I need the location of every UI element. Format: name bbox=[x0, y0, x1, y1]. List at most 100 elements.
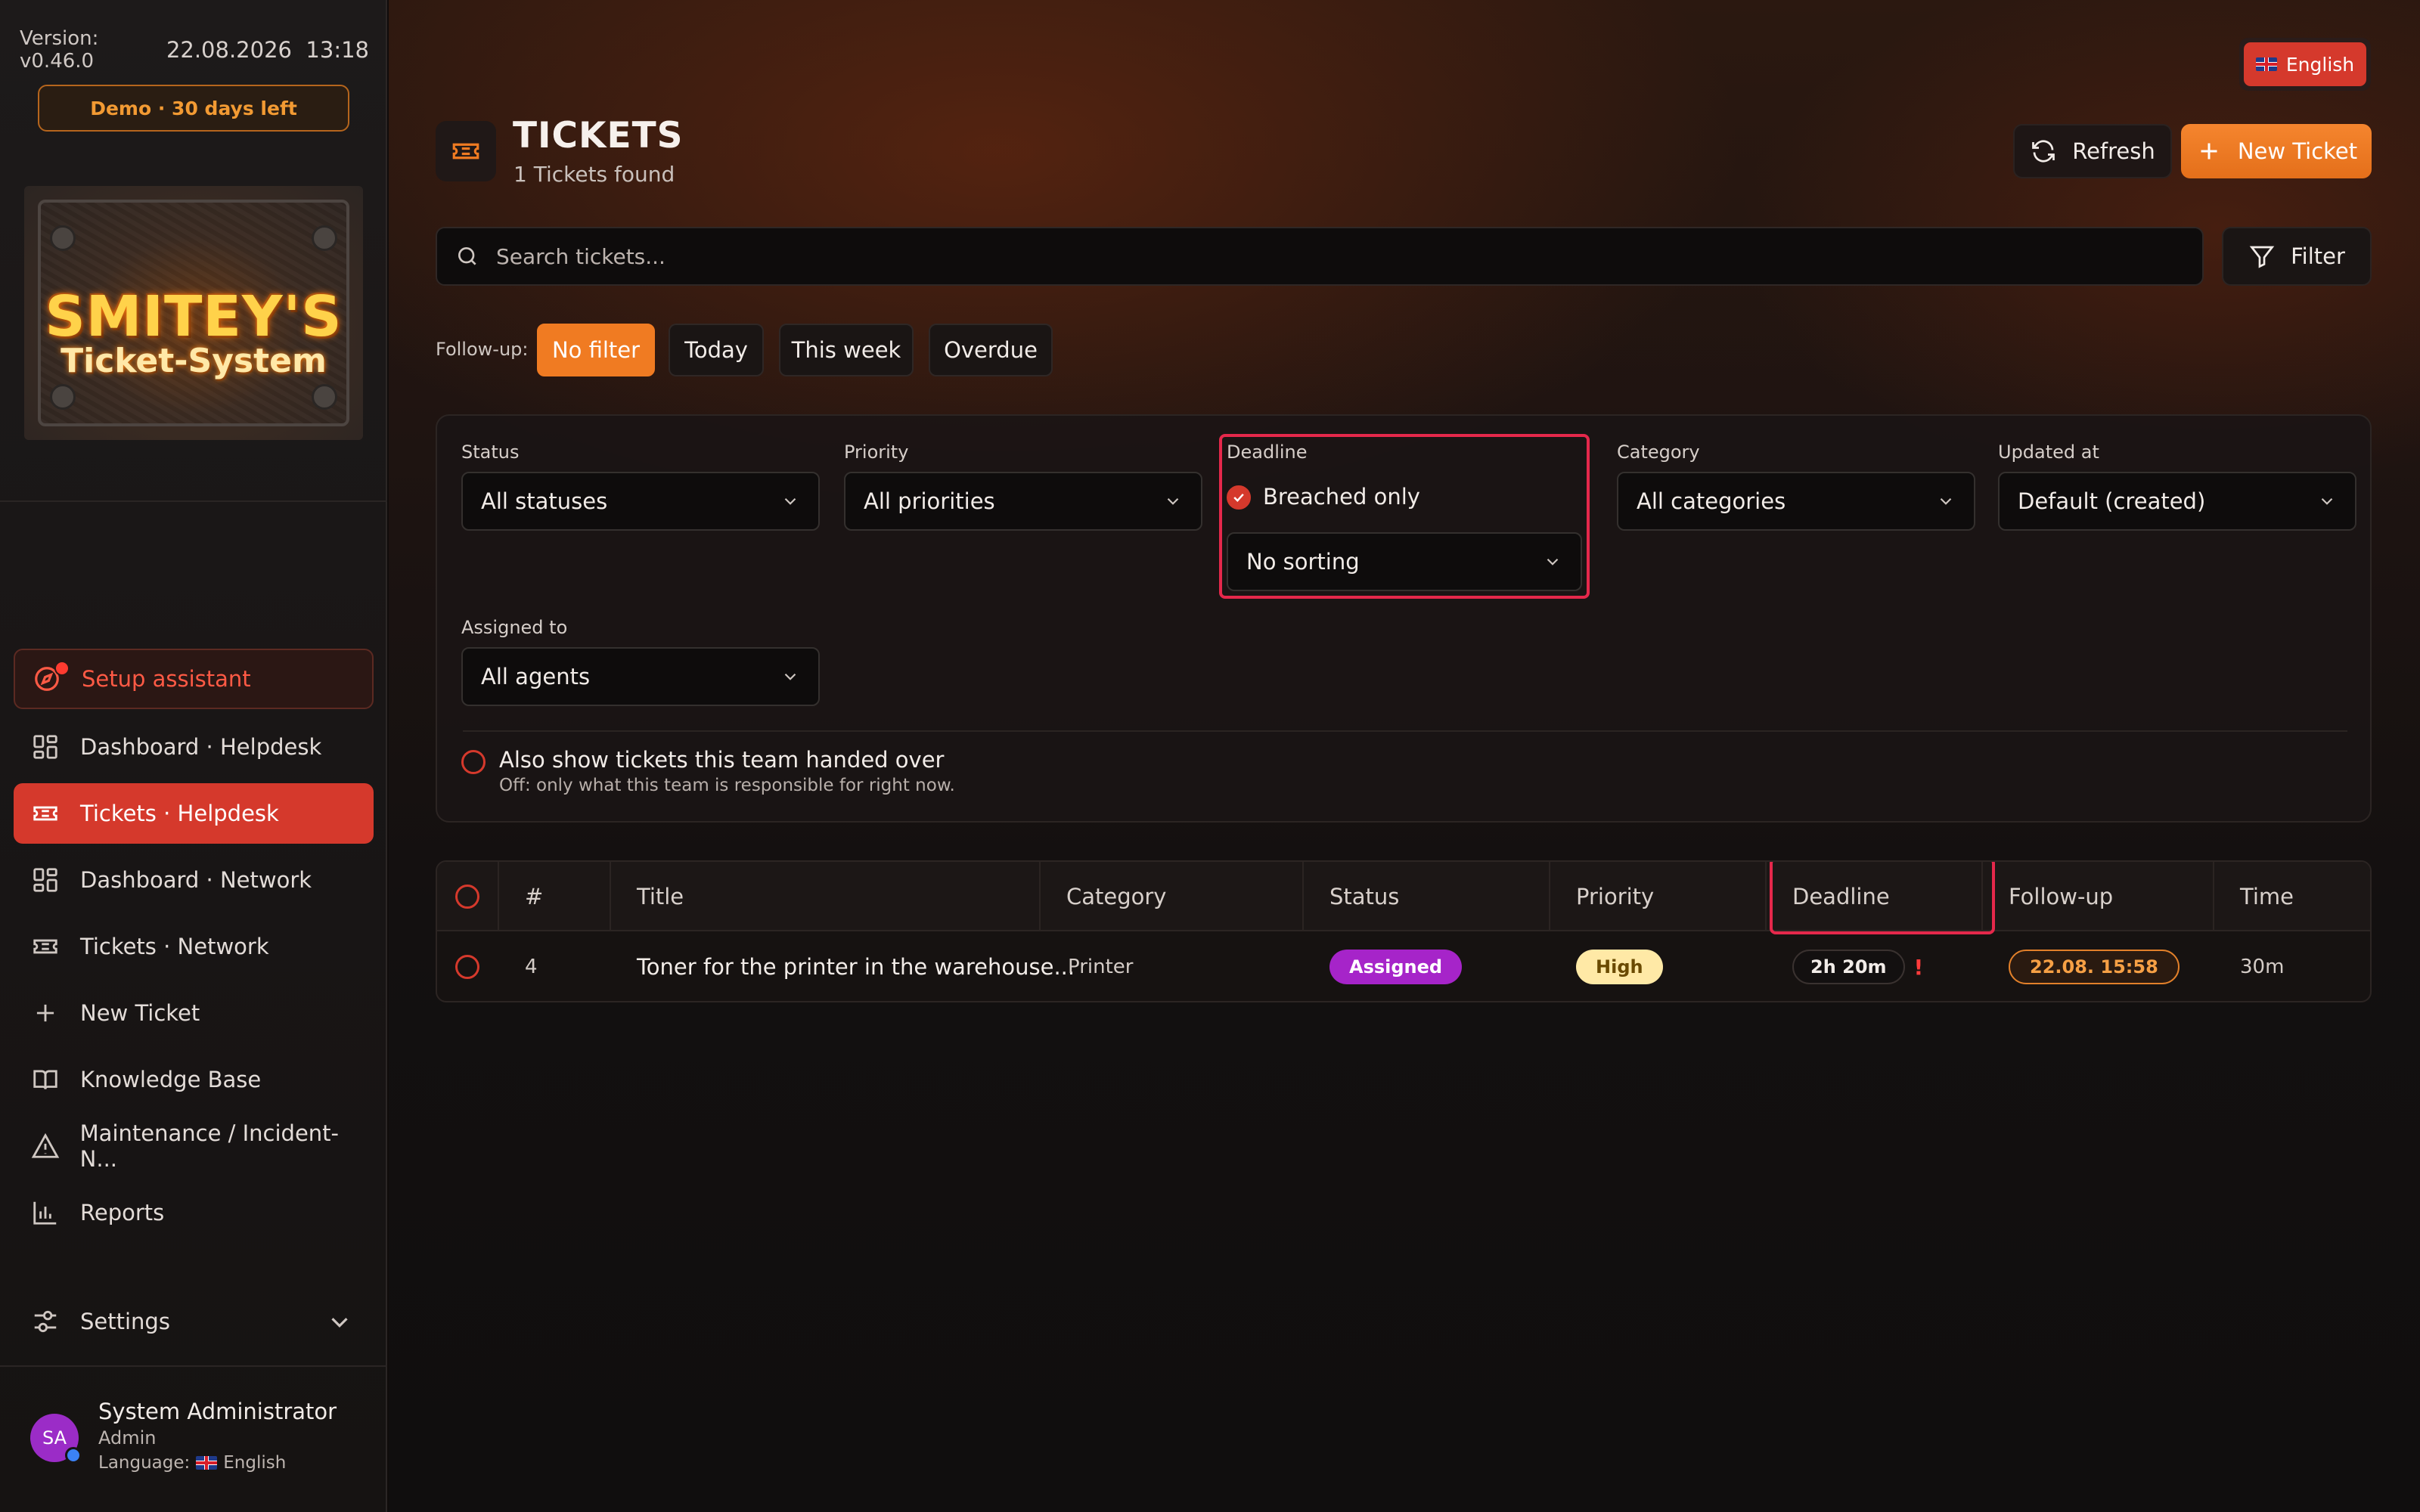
language-switcher-button[interactable]: English bbox=[2239, 38, 2371, 91]
user-role: Admin bbox=[98, 1427, 157, 1448]
tickets-table: # Title Category Status Priority Deadlin… bbox=[436, 860, 2372, 1002]
user-profile[interactable]: SA System Administrator Admin Language: … bbox=[30, 1394, 363, 1485]
breached-only-checkbox[interactable] bbox=[1227, 485, 1251, 510]
followup-chip-overdue[interactable]: Overdue bbox=[929, 324, 1053, 376]
filter-panel: Status All statuses Priority All priorit… bbox=[436, 414, 2372, 823]
sidebar-item-label: Dashboard · Helpdesk bbox=[80, 734, 322, 760]
logo-text-line2: Ticket-System bbox=[60, 342, 327, 380]
sidebar-item-setup-assistant[interactable]: Setup assistant bbox=[14, 649, 374, 709]
warning-icon bbox=[30, 1131, 60, 1161]
status-select[interactable]: All statuses bbox=[461, 472, 820, 531]
chevron-down-icon bbox=[1547, 558, 1559, 565]
chevron-down-icon bbox=[1167, 497, 1179, 505]
deadline-sort-select[interactable]: No sorting bbox=[1227, 532, 1582, 591]
version-label: Version: v0.46.0 bbox=[20, 27, 99, 73]
followup-label: Follow-up: bbox=[436, 339, 529, 360]
followup-chip-no-filter[interactable]: No filter bbox=[537, 324, 655, 376]
check-icon bbox=[1233, 493, 1244, 502]
sidebar-item-tickets-helpdesk[interactable]: Tickets · Helpdesk bbox=[14, 783, 374, 844]
sidebar-item-label: Tickets · Helpdesk bbox=[80, 801, 279, 826]
ticket-icon bbox=[30, 931, 60, 962]
followup-chip-this-week[interactable]: This week bbox=[779, 324, 914, 376]
handover-label: Also show tickets this team handed over bbox=[499, 747, 945, 773]
priority-badge: High bbox=[1576, 950, 1663, 984]
user-name: System Administrator bbox=[98, 1399, 337, 1424]
page-title: TICKETS bbox=[513, 115, 684, 156]
datetime: 22.08.2026 13:18 bbox=[166, 37, 369, 63]
breached-only-label: Breached only bbox=[1263, 484, 1420, 510]
table-row[interactable]: 4 Toner for the printer in the warehouse… bbox=[437, 931, 2370, 1001]
column-header-title[interactable]: Title bbox=[611, 862, 1041, 931]
user-language: Language: English bbox=[98, 1453, 287, 1473]
chevron-down-icon bbox=[784, 497, 796, 505]
chevron-down-icon bbox=[2321, 497, 2333, 505]
sidebar-item-dashboard-network[interactable]: Dashboard · Network bbox=[14, 850, 374, 910]
chevron-down-icon bbox=[1940, 497, 1952, 505]
updated-at-select[interactable]: Default (created) bbox=[1998, 472, 2356, 531]
status-badge: Assigned bbox=[1329, 950, 1463, 984]
search-bar bbox=[436, 227, 2204, 286]
refresh-button[interactable]: Refresh bbox=[2013, 124, 2172, 178]
online-status-dot bbox=[65, 1447, 82, 1464]
handover-checkbox[interactable] bbox=[461, 750, 486, 774]
logo-text-line1: SMITEY'S bbox=[45, 284, 343, 349]
app-window: Version: v0.46.0 22.08.2026 13:18 Demo ·… bbox=[0, 0, 2420, 1512]
sidebar-item-label: Maintenance / Incident-N... bbox=[79, 1120, 340, 1172]
followup-cell: 22.08. 15:58 bbox=[2009, 931, 2180, 1001]
sidebar-header: Version: v0.46.0 22.08.2026 13:18 bbox=[20, 27, 369, 73]
uk-flag-icon bbox=[196, 1456, 218, 1470]
select-all-cell bbox=[437, 862, 499, 931]
sidebar-item-new-ticket[interactable]: New Ticket bbox=[14, 983, 374, 1043]
plus-icon bbox=[2201, 143, 2217, 160]
sidebar-item-label: Reports bbox=[80, 1200, 165, 1225]
priority-cell: High bbox=[1576, 931, 1663, 1001]
sidebar-item-label: Tickets · Network bbox=[80, 934, 269, 959]
column-header-status[interactable]: Status bbox=[1304, 862, 1550, 931]
ticket-icon bbox=[436, 121, 496, 181]
new-ticket-button[interactable]: New Ticket bbox=[2181, 124, 2372, 178]
deadline-badge: 2h 20m bbox=[1792, 950, 1905, 984]
sidebar-item-settings[interactable]: Settings bbox=[14, 1291, 374, 1352]
sidebar-item-label: New Ticket bbox=[80, 1000, 200, 1026]
sidebar-item-tickets-network[interactable]: Tickets · Network bbox=[14, 916, 374, 977]
category-filter-label: Category bbox=[1617, 442, 1700, 463]
tickets-count: 1 Tickets found bbox=[513, 162, 675, 187]
demo-badge[interactable]: Demo · 30 days left bbox=[38, 85, 349, 132]
sliders-icon bbox=[30, 1306, 60, 1337]
book-icon bbox=[30, 1064, 60, 1095]
row-checkbox[interactable] bbox=[455, 955, 479, 979]
sidebar-item-maintenance[interactable]: Maintenance / Incident-N... bbox=[14, 1116, 374, 1176]
filter-button[interactable]: Filter bbox=[2222, 227, 2372, 286]
priority-filter-label: Priority bbox=[844, 442, 909, 463]
sidebar-item-dashboard-helpdesk[interactable]: Dashboard · Helpdesk bbox=[14, 717, 374, 777]
column-header-id[interactable]: # bbox=[499, 862, 611, 931]
ticket-title[interactable]: Toner for the printer in the warehouse..… bbox=[637, 931, 1075, 1001]
sidebar-item-knowledge-base[interactable]: Knowledge Base bbox=[14, 1049, 374, 1110]
main-content: English TICKETS 1 Tickets found Refresh … bbox=[389, 0, 2420, 1512]
app-logo[interactable]: SMITEY'S Ticket-System bbox=[24, 186, 363, 440]
sidebar-item-label: Knowledge Base bbox=[80, 1067, 262, 1092]
assigned-to-filter-label: Assigned to bbox=[461, 617, 568, 638]
sidebar-item-reports[interactable]: Reports bbox=[14, 1182, 374, 1243]
ticket-category: Printer bbox=[1068, 956, 1134, 978]
table-header: # Title Category Status Priority Deadlin… bbox=[437, 862, 2370, 931]
column-header-priority[interactable]: Priority bbox=[1550, 862, 1767, 931]
column-header-category[interactable]: Category bbox=[1041, 862, 1304, 931]
column-header-followup[interactable]: Follow-up bbox=[1983, 862, 2214, 931]
column-header-time[interactable]: Time bbox=[2214, 862, 2370, 931]
updated-at-filter-label: Updated at bbox=[1998, 442, 2099, 463]
status-cell: Assigned bbox=[1329, 931, 1463, 1001]
priority-select[interactable]: All priorities bbox=[844, 472, 1202, 531]
followup-chip-today[interactable]: Today bbox=[669, 324, 764, 376]
chevron-down-icon bbox=[325, 1308, 354, 1342]
select-all-checkbox[interactable] bbox=[455, 885, 479, 909]
sidebar-item-label: Settings bbox=[80, 1309, 170, 1334]
notification-dot bbox=[54, 661, 70, 676]
ticket-time: 30m bbox=[2240, 956, 2285, 978]
deadline-column-highlight bbox=[1770, 862, 1995, 934]
search-input[interactable] bbox=[496, 243, 2160, 269]
sidebar-divider bbox=[0, 500, 387, 502]
category-select[interactable]: All categories bbox=[1617, 472, 1975, 531]
dashboard-icon bbox=[30, 865, 60, 895]
assigned-to-select[interactable]: All agents bbox=[461, 647, 820, 706]
